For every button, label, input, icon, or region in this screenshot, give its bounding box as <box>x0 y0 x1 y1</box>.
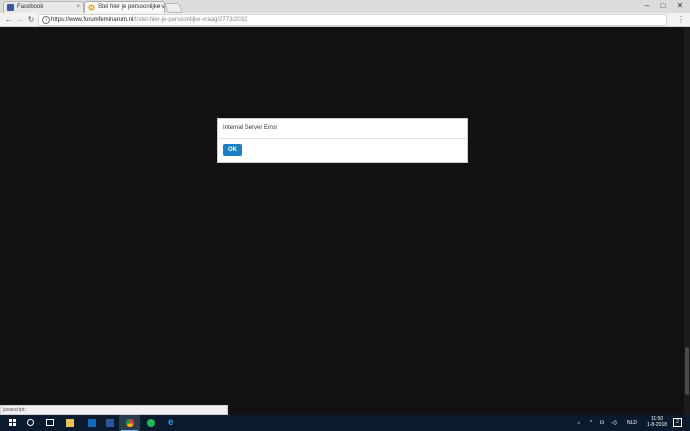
outlook-icon <box>88 419 96 427</box>
status-bar: javascript:; <box>0 405 228 415</box>
action-center-icon[interactable]: 2 <box>673 418 682 427</box>
forward-button[interactable]: → <box>15 13 25 26</box>
tab-title: Facebook <box>17 4 44 10</box>
scrollbar[interactable] <box>684 27 690 415</box>
spotify-icon <box>147 419 155 427</box>
error-dialog: Internal Server Error OK <box>217 118 468 163</box>
tab-forum[interactable]: Stel hier je persoonlijke v × <box>84 1 165 13</box>
url-path: /t/stel-hier-je-persoonlijke-vraag/2773/… <box>133 17 248 23</box>
site-info-icon[interactable]: i <box>42 16 50 24</box>
url-text: https://www.forumfeminarum.nl/t/stel-hie… <box>51 15 247 25</box>
url-host: https://www.forumfeminarum.nl <box>51 17 134 23</box>
facebook-favicon-icon <box>7 4 14 11</box>
search-button[interactable] <box>20 415 41 431</box>
chrome-icon <box>126 419 134 427</box>
file-explorer-button[interactable] <box>59 415 80 431</box>
task-view-button[interactable] <box>39 415 60 431</box>
tab-strip: Facebook × Stel hier je persoonlijke v ×… <box>0 0 690 14</box>
clock-date: 1-8-2018 <box>646 422 667 428</box>
windows-logo-icon <box>9 419 17 427</box>
browser-menu-icon[interactable]: ⋮ <box>676 13 686 26</box>
tab-close-icon[interactable]: × <box>76 2 80 13</box>
edge-button[interactable]: e <box>161 415 182 431</box>
edge-icon: e <box>168 417 174 428</box>
tab-title: Stel hier je persoonlijke v <box>98 4 165 10</box>
minimize-button[interactable]: – <box>639 0 655 12</box>
close-window-button[interactable]: ✕ <box>672 0 688 12</box>
tray-chevron-icon[interactable]: ^ <box>586 415 596 431</box>
dialog-divider <box>218 138 467 139</box>
reload-button[interactable]: ↻ <box>26 13 36 26</box>
search-icon <box>27 419 34 426</box>
windows-taskbar: e ⌂ ^ ☊ ◁) NLD 11:50 1-8-2018 2 <box>0 415 690 431</box>
browser-toolbar: ← → ↻ i https://www.forumfeminarum.nl/t/… <box>0 13 690 27</box>
ok-button[interactable]: OK <box>223 144 242 156</box>
page-content: Internal Server Error OK <box>0 27 690 415</box>
maximize-button[interactable]: □ <box>655 0 671 12</box>
network-icon[interactable]: ☊ <box>597 415 607 431</box>
word-button[interactable] <box>99 415 120 431</box>
address-bar[interactable]: i https://www.forumfeminarum.nl/t/stel-h… <box>38 14 667 26</box>
back-button[interactable]: ← <box>4 13 14 26</box>
dialog-message: Internal Server Error <box>223 125 278 131</box>
volume-icon[interactable]: ◁) <box>608 415 620 431</box>
tab-close-icon[interactable]: × <box>157 2 161 13</box>
forum-favicon-icon <box>88 4 95 11</box>
tab-facebook[interactable]: Facebook × <box>3 1 84 13</box>
chrome-button[interactable] <box>119 415 140 431</box>
new-tab-button[interactable] <box>164 3 183 13</box>
scrollbar-thumb[interactable] <box>685 347 689 395</box>
spotify-button[interactable] <box>140 415 161 431</box>
people-icon[interactable]: ⌂ <box>574 415 584 431</box>
task-view-icon <box>46 419 54 426</box>
word-icon <box>106 419 114 427</box>
folder-icon <box>66 419 74 427</box>
clock[interactable]: 11:50 1-8-2018 <box>644 416 670 428</box>
language-indicator[interactable]: NLD <box>625 415 639 431</box>
